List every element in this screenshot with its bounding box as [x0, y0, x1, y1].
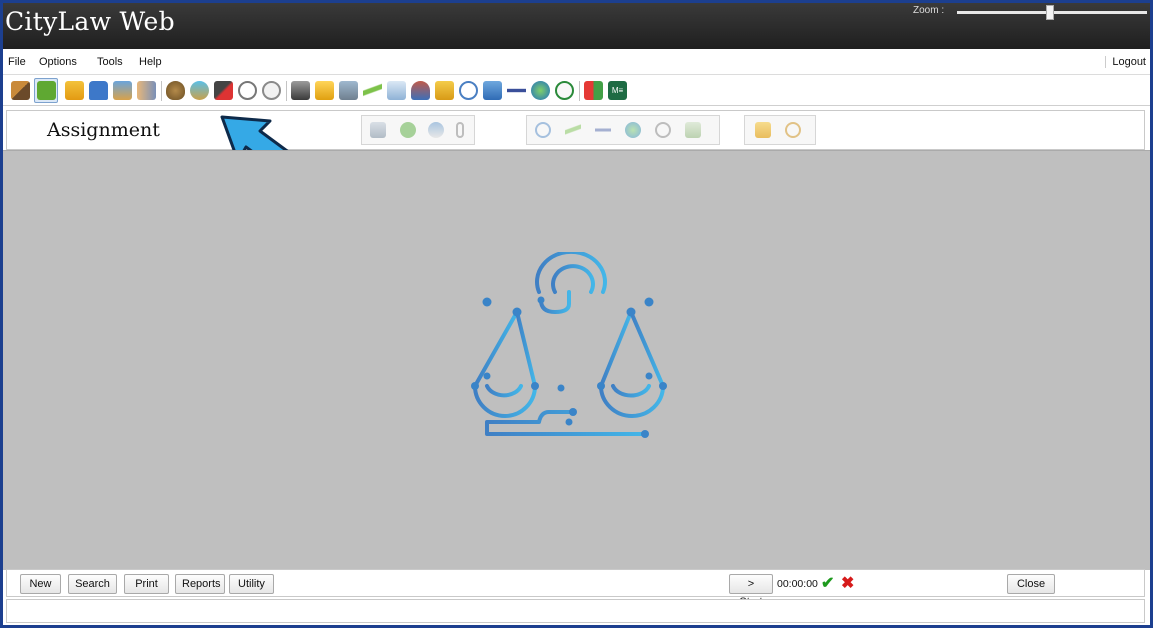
timer-display: 00:00:00: [777, 578, 818, 590]
window-grid-icon[interactable]: [584, 81, 603, 100]
clipboard-icon[interactable]: [435, 81, 454, 100]
magnifier-icon[interactable]: [535, 122, 551, 138]
dollar-icon[interactable]: [400, 122, 416, 138]
ruler-icon[interactable]: [363, 81, 382, 100]
folder-icon[interactable]: [755, 122, 771, 138]
zoom-label: Zoom :: [913, 5, 945, 16]
table-icon[interactable]: [370, 122, 386, 138]
stopwatch-icon[interactable]: [238, 81, 257, 100]
module-toolbar-group-2: [526, 115, 720, 145]
printer-icon[interactable]: [291, 81, 310, 100]
toolbar-separator: [286, 81, 287, 101]
airplane-icon[interactable]: [507, 81, 526, 100]
module-header: Assignment: [6, 110, 1145, 150]
check-icon[interactable]: ✔: [821, 573, 837, 592]
envelope-icon[interactable]: [315, 81, 334, 100]
status-bar: [6, 599, 1145, 623]
close-button[interactable]: Close: [1007, 574, 1055, 594]
toolbar-separator: [161, 81, 162, 101]
app-title: CityLaw Web: [5, 7, 175, 36]
title-bar: CityLaw Web Zoom :: [3, 3, 1150, 49]
new-button[interactable]: New: [20, 574, 61, 594]
lock-icon[interactable]: [89, 81, 108, 100]
bottom-action-bar: New Search Print Reports Utility > Start…: [6, 569, 1145, 608]
magnifier-icon[interactable]: [459, 81, 478, 100]
reports-button[interactable]: Reports: [175, 574, 225, 594]
menu-tools[interactable]: Tools: [97, 56, 123, 68]
workspace-area: [3, 150, 1150, 570]
ledger-icon[interactable]: [339, 81, 358, 100]
image-icon[interactable]: [685, 122, 701, 138]
globe-icon[interactable]: [625, 122, 641, 138]
search-button[interactable]: Search: [68, 574, 117, 594]
module-toolbar-group-3: [744, 115, 816, 145]
calendar-icon[interactable]: [483, 81, 502, 100]
paperclip-icon[interactable]: [456, 122, 464, 138]
menu-options[interactable]: Options: [39, 56, 77, 68]
print-button[interactable]: Print: [124, 574, 169, 594]
menu-help[interactable]: Help: [139, 56, 162, 68]
menu-file[interactable]: File: [8, 56, 26, 68]
page-title: Assignment: [47, 119, 160, 141]
main-toolbar: M≡: [3, 76, 1150, 106]
module-toolbar-group-1: [361, 115, 475, 145]
scanner-icon[interactable]: [113, 81, 132, 100]
logout-link[interactable]: Logout: [1105, 56, 1146, 68]
folder-open-icon[interactable]: [65, 81, 84, 100]
ruler-icon[interactable]: [565, 122, 581, 138]
zoom-icon[interactable]: [785, 122, 801, 138]
clock-icon[interactable]: [262, 81, 281, 100]
ms-excel-icon[interactable]: M≡: [608, 81, 627, 100]
tag-icon[interactable]: [387, 81, 406, 100]
start-timer-button[interactable]: > Start: [729, 574, 773, 608]
tools-icon[interactable]: [214, 81, 233, 100]
menu-bar: File Options Tools Help Logout: [3, 49, 1150, 75]
cancel-icon[interactable]: ✖: [841, 573, 857, 592]
airplane-icon[interactable]: [595, 122, 611, 138]
gavel-icon[interactable]: [11, 81, 30, 100]
paint-icon[interactable]: [428, 122, 444, 138]
money-bag-icon[interactable]: [166, 81, 185, 100]
globe-icon[interactable]: [531, 81, 550, 100]
stopwatch-icon[interactable]: [655, 122, 671, 138]
utility-button[interactable]: Utility: [229, 574, 274, 594]
diamond-ring-icon[interactable]: [190, 81, 209, 100]
scales-of-justice-logo: [471, 252, 667, 438]
app-window: CityLaw Web Zoom : File Options Tools He…: [3, 3, 1150, 625]
zoom-slider-thumb[interactable]: [1046, 5, 1054, 20]
refresh-icon[interactable]: [555, 81, 574, 100]
toolbar-separator: [579, 81, 580, 101]
handshake-icon[interactable]: [137, 81, 156, 100]
green-book-icon[interactable]: [37, 81, 56, 100]
person-run-icon[interactable]: [411, 81, 430, 100]
